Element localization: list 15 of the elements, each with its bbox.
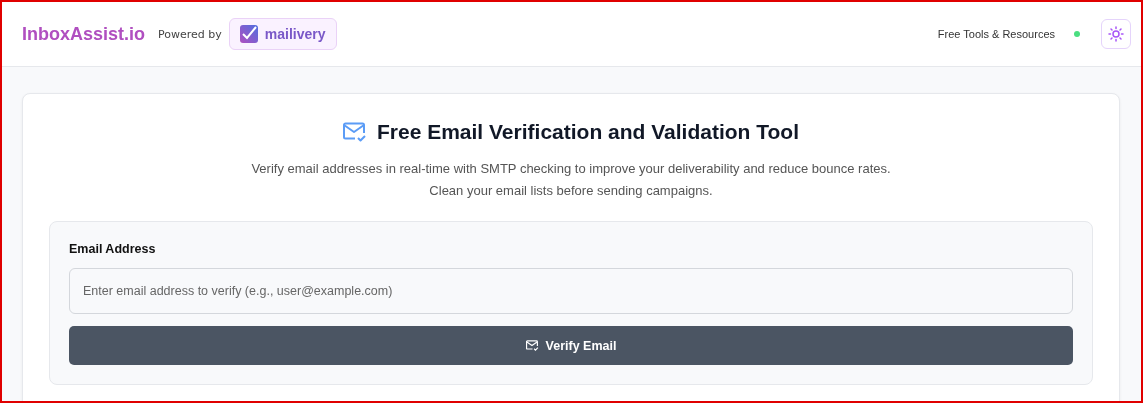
mail-check-icon xyxy=(342,122,367,142)
powered-by-text: Powered by xyxy=(158,27,222,41)
page-title: Free Email Verification and Validation Tool xyxy=(376,120,799,144)
sun-icon xyxy=(1108,26,1124,42)
verify-email-button[interactable]: Verify Email xyxy=(69,326,1073,365)
mail-check-icon xyxy=(525,340,539,351)
description-text: Verify email addresses in real-time with SMTP checking to improve your deliverability and reduce bounce rates. Clean your email lists before sending campaigns. xyxy=(251,160,891,200)
theme-toggle-button[interactable] xyxy=(1101,19,1131,49)
nav-link[interactable]: Free Tools & Resources xyxy=(937,28,1055,40)
partner-badge[interactable]: mailivery xyxy=(228,18,337,50)
brand-logo[interactable]: InboxAssist.io xyxy=(22,23,146,45)
status-dot xyxy=(1074,31,1080,37)
field-label: Email Address xyxy=(69,242,157,256)
checkmark-logo-icon xyxy=(239,25,258,43)
email-input-field[interactable]: Enter email address to verify (e.g., user@example.com) xyxy=(69,268,1073,314)
